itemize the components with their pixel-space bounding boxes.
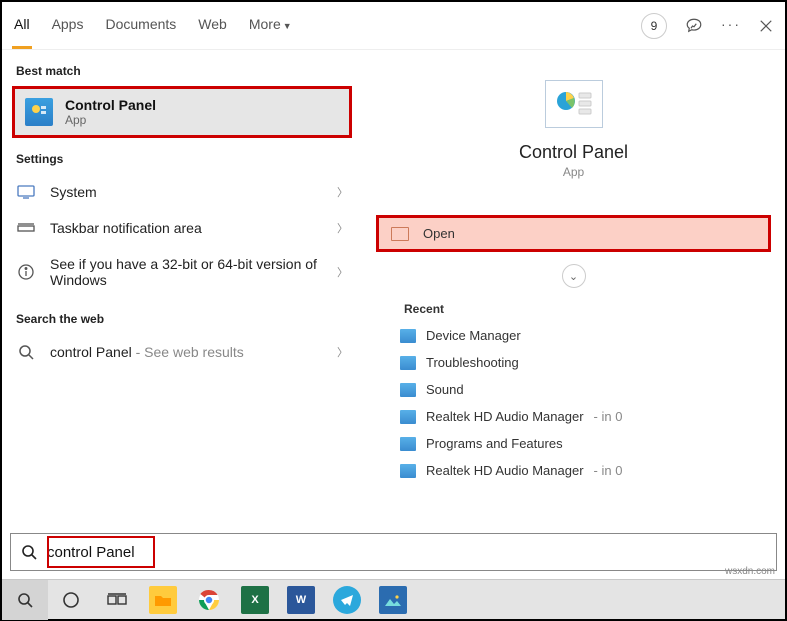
web-header: Search the web xyxy=(2,298,362,334)
settings-item-bitness[interactable]: See if you have a 32-bit or 64-bit versi… xyxy=(2,246,362,298)
tab-web[interactable]: Web xyxy=(196,2,229,49)
taskbar-search-button[interactable] xyxy=(2,580,48,620)
preview-panel: Control Panel App Open ⌄ Recent Device M… xyxy=(362,50,785,537)
results-panel: Best match Control Panel App Settings Sy… xyxy=(2,50,362,537)
taskbar-app-explorer[interactable] xyxy=(140,580,186,620)
search-icon xyxy=(16,344,36,360)
chevron-right-icon: 〉 xyxy=(337,220,348,236)
search-input[interactable] xyxy=(47,534,157,570)
options-icon[interactable]: ··· xyxy=(721,17,739,35)
feedback-icon[interactable] xyxy=(685,17,703,35)
close-icon[interactable] xyxy=(757,17,775,35)
chevron-right-icon: 〉 xyxy=(337,264,348,280)
recent-header: Recent xyxy=(404,302,771,316)
settings-label: See if you have a 32-bit or 64-bit versi… xyxy=(50,256,323,288)
control-panel-icon xyxy=(25,98,53,126)
settings-label: Taskbar notification area xyxy=(50,220,323,236)
taskbar-app-word[interactable]: W xyxy=(278,580,324,620)
search-icon xyxy=(11,544,47,560)
cpl-icon xyxy=(400,329,416,343)
cpl-icon xyxy=(400,383,416,397)
recent-item[interactable]: Device Manager xyxy=(388,322,771,349)
settings-header: Settings xyxy=(2,138,362,174)
recent-list: Device Manager Troubleshooting Sound Rea… xyxy=(376,322,771,484)
chevron-right-icon: 〉 xyxy=(337,344,348,360)
recent-item[interactable]: Sound xyxy=(388,376,771,403)
taskbar-cortana-button[interactable] xyxy=(48,580,94,620)
web-result-label: control Panel - See web results xyxy=(50,344,323,360)
taskbar-app-chrome[interactable] xyxy=(186,580,232,620)
cpl-icon xyxy=(400,437,416,451)
expand-toggle[interactable]: ⌄ xyxy=(562,264,586,288)
taskbar: X W xyxy=(2,579,785,619)
tab-apps[interactable]: Apps xyxy=(50,2,86,49)
best-match-subtitle: App xyxy=(65,113,156,127)
open-label: Open xyxy=(423,226,455,241)
header-actions: 9 ··· xyxy=(641,13,775,39)
web-result-item[interactable]: control Panel - See web results 〉 xyxy=(2,334,362,370)
recent-item[interactable]: Troubleshooting xyxy=(388,349,771,376)
cpl-icon xyxy=(400,356,416,370)
best-match-title: Control Panel xyxy=(65,97,156,113)
taskbar-icon xyxy=(16,223,36,233)
taskbar-taskview-button[interactable] xyxy=(94,580,140,620)
tab-more[interactable]: More▼ xyxy=(247,2,294,49)
chevron-down-icon: ▼ xyxy=(283,21,292,31)
recent-item[interactable]: Programs and Features xyxy=(388,430,771,457)
recent-item[interactable]: Realtek HD Audio Manager - in 0 xyxy=(388,457,771,484)
monitor-icon xyxy=(16,185,36,199)
cpl-icon xyxy=(400,410,416,424)
settings-item-system[interactable]: System 〉 xyxy=(2,174,362,210)
open-icon xyxy=(391,227,409,241)
recent-item[interactable]: Realtek HD Audio Manager - in 0 xyxy=(388,403,771,430)
info-icon xyxy=(16,264,36,280)
search-header: All Apps Documents Web More▼ 9 ··· xyxy=(2,2,785,50)
cpl-icon xyxy=(400,464,416,478)
open-button[interactable]: Open xyxy=(376,215,771,252)
preview-title: Control Panel xyxy=(519,142,628,163)
search-box[interactable] xyxy=(10,533,777,571)
rewards-badge[interactable]: 9 xyxy=(641,13,667,39)
chevron-right-icon: 〉 xyxy=(337,184,348,200)
chevron-down-icon: ⌄ xyxy=(569,270,578,283)
settings-item-taskbar[interactable]: Taskbar notification area 〉 xyxy=(2,210,362,246)
settings-label: System xyxy=(50,184,323,200)
tab-more-label: More xyxy=(249,16,281,32)
watermark: wsxdn.com xyxy=(725,566,775,577)
control-panel-large-icon xyxy=(545,80,603,128)
taskbar-app-photos[interactable] xyxy=(370,580,416,620)
best-match-item[interactable]: Control Panel App xyxy=(12,86,352,138)
scope-tabs: All Apps Documents Web More▼ xyxy=(12,2,294,49)
taskbar-app-excel[interactable]: X xyxy=(232,580,278,620)
tab-all[interactable]: All xyxy=(12,2,32,49)
taskbar-app-telegram[interactable] xyxy=(324,580,370,620)
preview-subtitle: App xyxy=(563,165,584,179)
tab-documents[interactable]: Documents xyxy=(103,2,178,49)
best-match-header: Best match xyxy=(2,50,362,86)
